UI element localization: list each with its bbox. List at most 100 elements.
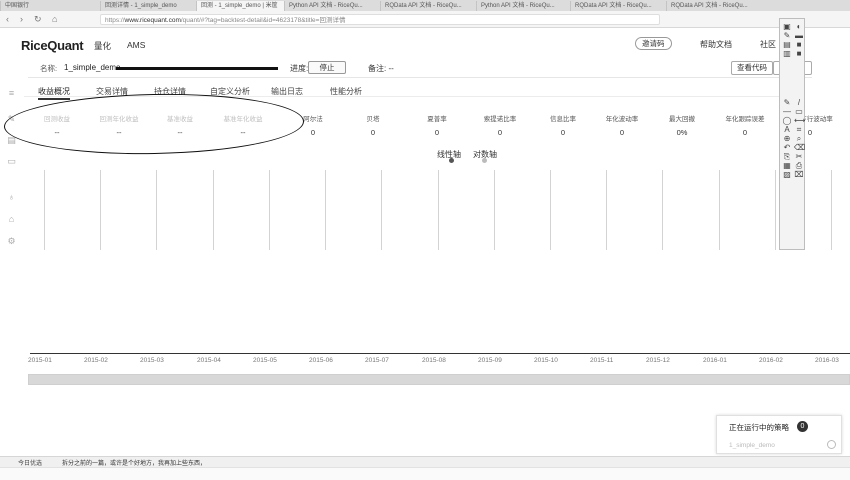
browser-tab-strip: 中国银行 回测详情 - 1_simple_demo 回测 - 1_simple_de…: [0, 0, 850, 11]
x-tick-label: 2015-05: [253, 357, 277, 364]
pen-icon[interactable]: ✎: [782, 31, 792, 40]
forward-icon[interactable]: ›: [20, 13, 23, 25]
browser-tab[interactable]: RQData API 文档 - RiceQu...: [570, 1, 666, 11]
arrow-icon[interactable]: ⟷: [794, 116, 805, 125]
close-icon[interactable]: [827, 440, 836, 449]
rect-icon[interactable]: ▭: [794, 107, 804, 116]
returns-chart: 2015-01 2015-02 2015-03 2015-04 2015-05 2015-…: [28, 170, 850, 370]
browser-tab[interactable]: RQData API 文档 - RiceQu...: [380, 1, 476, 11]
x-tick-label: 2015-01: [28, 357, 52, 364]
running-count-badge: 0: [797, 421, 808, 432]
black-icon[interactable]: ■: [794, 49, 804, 58]
browser-tab[interactable]: Python API 文档 - RiceQu...: [476, 1, 570, 11]
building-icon[interactable]: ⌂: [6, 214, 17, 224]
undo-icon[interactable]: ↶: [782, 143, 792, 152]
metric-value: 0: [434, 128, 440, 137]
status-left: 今日优选: [18, 461, 43, 467]
folder-icon[interactable]: ▭: [6, 156, 17, 166]
status-bar: 今日优选 拆分之前的一篇，或许是个好地方，我再加上些东西，: [0, 456, 850, 467]
back-icon[interactable]: ‹: [6, 13, 9, 25]
view-code-button[interactable]: 查看代码: [731, 61, 773, 75]
pc-icon[interactable]: ▣: [782, 22, 792, 31]
metric-item: 信息比率 0: [534, 113, 592, 137]
x-tick-label: 2015-11: [590, 357, 614, 364]
browser-tab[interactable]: Python API 文档 - RiceQu...: [284, 1, 380, 11]
metric-value: 0%: [676, 128, 688, 137]
nav-ams[interactable]: AMS: [127, 40, 145, 50]
url-host: www.ricequant.com: [124, 17, 181, 24]
metric-value: 0: [560, 128, 566, 137]
zoom-in-icon[interactable]: ⊕: [782, 134, 792, 143]
browser-tab[interactable]: RQData API 文档 - RiceQu...: [666, 1, 766, 11]
browser-tab[interactable]: 中国银行: [0, 1, 100, 11]
x-tick-label: 2015-02: [84, 357, 108, 364]
grid-line: [269, 170, 270, 250]
nav-quant[interactable]: 量化: [94, 40, 111, 52]
metric-label: 夏普率: [427, 116, 447, 123]
metric-item: 索提诺比率 0: [471, 113, 529, 137]
metric-value: 0: [742, 128, 748, 137]
bulb-icon[interactable]: ♁: [6, 192, 17, 202]
url-path: /quant/#?tag=backtest-detail&id=4623178&…: [180, 17, 346, 24]
address-bar: ‹ › ↻ ⌂ https://www.ricequant.com/quant/…: [0, 11, 850, 28]
stop-button[interactable]: 停止: [308, 61, 346, 74]
ellipse-icon[interactable]: ◯: [782, 116, 792, 125]
status-message: 拆分之前的一篇，或许是个好地方，我再加上些东西，: [62, 461, 207, 467]
grid-line: [494, 170, 495, 250]
menu-icon[interactable]: ≡: [6, 88, 17, 98]
metric-label: 索提诺比率: [483, 116, 517, 123]
tab-returns-overview[interactable]: 收益概况: [38, 86, 70, 100]
annotation-ellipse: [3, 91, 305, 157]
chart-range-scrollbar[interactable]: [28, 374, 850, 385]
strategy-name: 1_simple_demo: [64, 63, 121, 72]
zoom-icon[interactable]: ⌕: [794, 134, 804, 143]
grid-line: [719, 170, 720, 250]
x-axis-line: [30, 353, 850, 354]
metric-value: 0: [497, 128, 503, 137]
tab-performance[interactable]: 性能分析: [330, 86, 362, 97]
metric-item: 最大回撤 0%: [653, 113, 711, 137]
invite-code-button[interactable]: 邀请码: [635, 37, 672, 50]
grid-line: [662, 170, 663, 250]
url-field[interactable]: https://www.ricequant.com/quant/#?tag=ba…: [100, 14, 660, 25]
table-icon[interactable]: ▦: [782, 161, 792, 170]
marker-icon[interactable]: ▬: [794, 31, 804, 40]
copy-icon[interactable]: ⎘: [782, 152, 792, 161]
gradient-icon[interactable]: ▥: [782, 49, 792, 58]
grid-line: [325, 170, 326, 250]
x-tick-label: 2015-08: [422, 357, 446, 364]
drawing-toolbox: ▣ ◐ ✎ ▬ ▤ ■ ▥ ■ ✎ / — ▭ ◯ ⟷ A ⌗ ⊕ ⌕ ↶ ⌫ ⎘ ✂ ▦ ⎙ ▨ ⌧: [779, 18, 805, 250]
pencil-icon[interactable]: ✎: [782, 98, 792, 107]
help-docs-link[interactable]: 帮助文档: [700, 39, 732, 50]
metric-item: 夏普率 0: [408, 113, 466, 137]
x-tick-label: 2015-06: [309, 357, 333, 364]
browser-tab[interactable]: 回测详情 - 1_simple_demo: [100, 1, 196, 11]
x-tick-label: 2015-09: [478, 357, 502, 364]
metric-value: 0: [619, 128, 625, 137]
fill-icon[interactable]: ■: [794, 40, 804, 49]
home-icon[interactable]: ⌂: [52, 13, 57, 25]
shade-icon[interactable]: ▤: [782, 40, 792, 49]
line-icon[interactable]: /: [794, 98, 804, 107]
delete-icon[interactable]: ⌫: [794, 143, 805, 152]
x-tick-label: 2015-10: [534, 357, 558, 364]
remark-label: 备注: --: [368, 64, 394, 73]
community-link[interactable]: 社区: [760, 39, 776, 50]
close-icon[interactable]: ⌧: [794, 170, 804, 179]
refresh-icon[interactable]: ↻: [34, 13, 42, 25]
cut-icon[interactable]: ✂: [794, 152, 804, 161]
print-icon[interactable]: ⎙: [794, 161, 804, 170]
image-icon[interactable]: ▨: [782, 170, 792, 179]
grid-icon[interactable]: ⌗: [794, 125, 804, 134]
ricequant-logo[interactable]: RiceQuant: [21, 38, 84, 53]
text-icon[interactable]: A: [782, 125, 792, 134]
settings-icon[interactable]: ⚙: [6, 236, 17, 246]
tab-output-log[interactable]: 输出日志: [271, 86, 303, 97]
taskbar: [0, 467, 850, 480]
x-tick-label: 2015-07: [365, 357, 389, 364]
grid-line: [100, 170, 101, 250]
dash-icon[interactable]: —: [782, 107, 792, 116]
color-icon[interactable]: ◐: [794, 22, 804, 31]
running-item[interactable]: 1_simple_demo: [729, 442, 775, 449]
browser-tab[interactable]: 回测 - 1_simple_demo | 米筐: [196, 1, 284, 11]
